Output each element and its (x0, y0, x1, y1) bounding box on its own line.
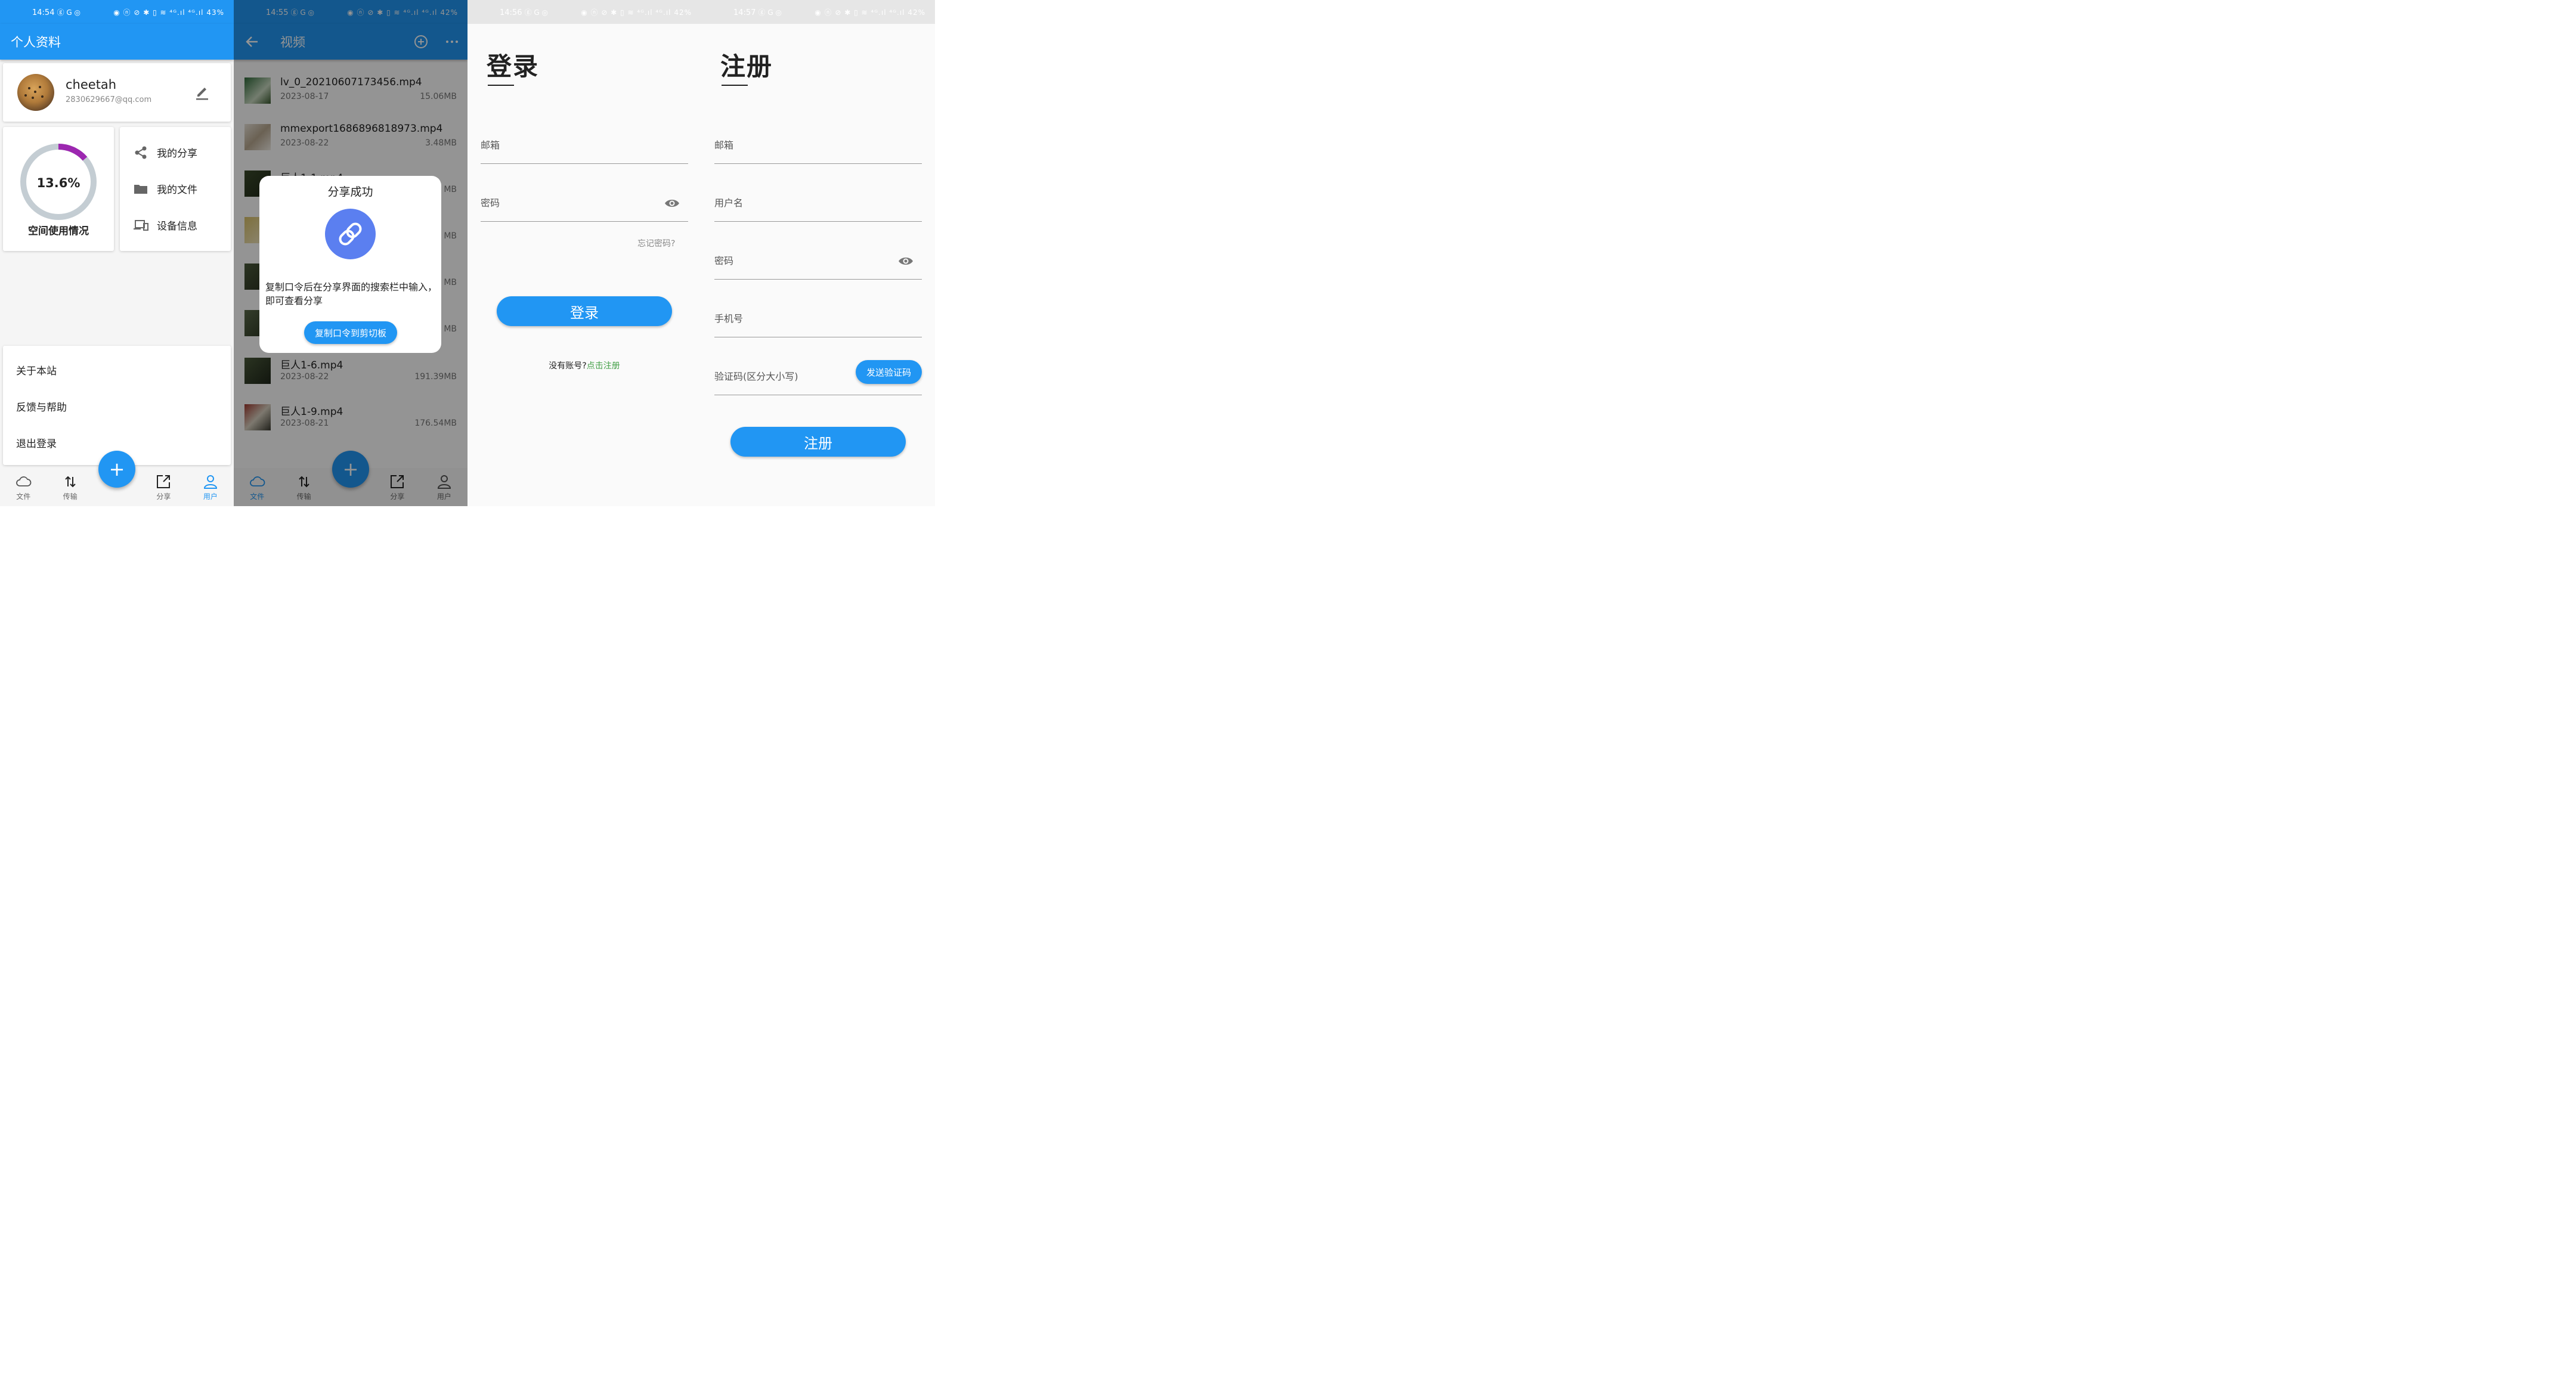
menu-item-device-info[interactable]: 设备信息 (133, 207, 197, 243)
page-title: 注册 (720, 52, 773, 81)
profile-screen: 14:54 ⓖ G ◎ ◉ ⓝ ⊘ ✱ ▯ ≋ ⁴ᴳ.ıl ⁴ᴳ.ıl 43% … (0, 0, 234, 506)
status-bar: 14:56 ⓖ G ◎ ◉ ⓝ ⊘ ✱ ▯ ≋ ⁴ᴳ.ıl ⁴ᴳ.ıl 42% (467, 0, 701, 24)
status-icons: ◉ ⓝ ⊘ ✱ ▯ ≋ ⁴ᴳ.ıl ⁴ᴳ.ıl 42% (815, 8, 925, 17)
app-bar: 个人资料 (0, 24, 234, 60)
eye-icon[interactable] (664, 197, 680, 209)
video-screen: 14:55 ⓖ G ◎ ◉ ⓝ ⊘ ✱ ▯ ≋ ⁴ᴳ.ıl ⁴ᴳ.ıl 42% … (234, 0, 467, 506)
forgot-password-link[interactable]: 忘记密码? (637, 237, 675, 249)
login-button[interactable]: 登录 (497, 296, 672, 326)
storage-label: 空间使用情况 (28, 225, 89, 237)
copy-code-button[interactable]: 复制口令到剪切板 (304, 321, 397, 344)
storage-card[interactable]: 13.6% 空间使用情况 (3, 127, 114, 251)
nav-transfer[interactable]: 传输 (47, 468, 93, 506)
status-time: 14:56 ⓖ G ◎ (500, 8, 549, 17)
username-field[interactable]: 用户名 (714, 185, 922, 222)
menu-item-my-shares[interactable]: 我的分享 (133, 134, 197, 170)
user-icon (203, 475, 217, 489)
link-icon (339, 222, 362, 246)
title-underline (722, 85, 748, 86)
battery-level: 42% (674, 8, 692, 17)
status-bar: 14:54 ⓖ G ◎ ◉ ⓝ ⊘ ✱ ▯ ≋ ⁴ᴳ.ıl ⁴ᴳ.ıl 43% (0, 0, 234, 24)
register-button[interactable]: 注册 (730, 427, 906, 457)
register-prompt: 没有账号?点击注册 (549, 361, 620, 371)
menu-card: 我的分享 我的文件 设备信息 (120, 127, 231, 251)
user-name: cheetah (66, 78, 117, 92)
register-link[interactable]: 点击注册 (587, 361, 620, 371)
password-field[interactable]: 密码 (714, 243, 922, 280)
status-time: 14:54 ⓖ G ◎ (32, 8, 81, 17)
email-field[interactable]: 邮箱 (481, 128, 688, 164)
send-code-button[interactable]: 发送验证码 (856, 360, 922, 384)
transfer-icon (64, 476, 76, 487)
cloud-icon (16, 476, 32, 486)
edit-icon[interactable] (195, 85, 209, 100)
dialog-message: 复制口令后在分享界面的搜索栏中输入，即可查看分享 (265, 281, 438, 306)
devices-icon (134, 219, 148, 231)
status-icons: ◉ ⓝ ⊘ ✱ ▯ ≋ ⁴ᴳ.ıl ⁴ᴳ.ıl 42% (581, 8, 692, 17)
page-title: 个人资料 (11, 35, 61, 49)
share-success-dialog: 分享成功 复制口令后在分享界面的搜索栏中输入，即可查看分享 复制口令到剪切板 (259, 176, 441, 353)
nav-user[interactable]: 用户 (187, 468, 234, 506)
add-fab[interactable]: + (98, 451, 135, 488)
avatar[interactable] (17, 74, 54, 111)
share-icon (135, 146, 147, 159)
battery-level: 42% (908, 8, 925, 17)
login-screen: 14:56 ⓖ G ◎ ◉ ⓝ ⊘ ✱ ▯ ≋ ⁴ᴳ.ıl ⁴ᴳ.ıl 42% … (467, 0, 701, 506)
menu-item-my-files[interactable]: 我的文件 (133, 170, 197, 207)
title-underline (488, 85, 514, 86)
avatar-cheetah-image (24, 86, 44, 99)
email-field[interactable]: 邮箱 (714, 128, 922, 164)
phone-field[interactable]: 手机号 (714, 301, 922, 337)
link-badge (325, 209, 376, 259)
user-card[interactable]: cheetah 2830629667@qq.com (3, 63, 231, 122)
folder-icon (134, 184, 147, 194)
share-out-icon (157, 475, 171, 488)
status-icons: ◉ ⓝ ⊘ ✱ ▯ ≋ ⁴ᴳ.ıl ⁴ᴳ.ıl 43% (113, 8, 224, 17)
status-bar: 14:57 ⓖ G ◎ ◉ ⓝ ⊘ ✱ ▯ ≋ ⁴ᴳ.ıl ⁴ᴳ.ıl 42% (701, 0, 935, 24)
status-time: 14:57 ⓖ G ◎ (733, 8, 782, 17)
nav-files[interactable]: 文件 (0, 468, 47, 506)
eye-icon[interactable] (898, 255, 914, 267)
nav-share[interactable]: 分享 (140, 468, 187, 506)
user-email: 2830629667@qq.com (66, 95, 152, 104)
settings-list-card: 关于本站 反馈与帮助 退出登录 (3, 346, 231, 465)
page-title: 登录 (487, 52, 540, 81)
about-site-item[interactable]: 关于本站 (3, 352, 231, 388)
dialog-title: 分享成功 (327, 185, 373, 199)
password-field[interactable]: 密码 (481, 185, 688, 222)
register-screen: 14:57 ⓖ G ◎ ◉ ⓝ ⊘ ✱ ▯ ≋ ⁴ᴳ.ıl ⁴ᴳ.ıl 42% … (701, 0, 935, 506)
feedback-help-item[interactable]: 反馈与帮助 (3, 388, 231, 424)
storage-percent: 13.6% (36, 176, 80, 190)
battery-level: 43% (206, 8, 224, 17)
